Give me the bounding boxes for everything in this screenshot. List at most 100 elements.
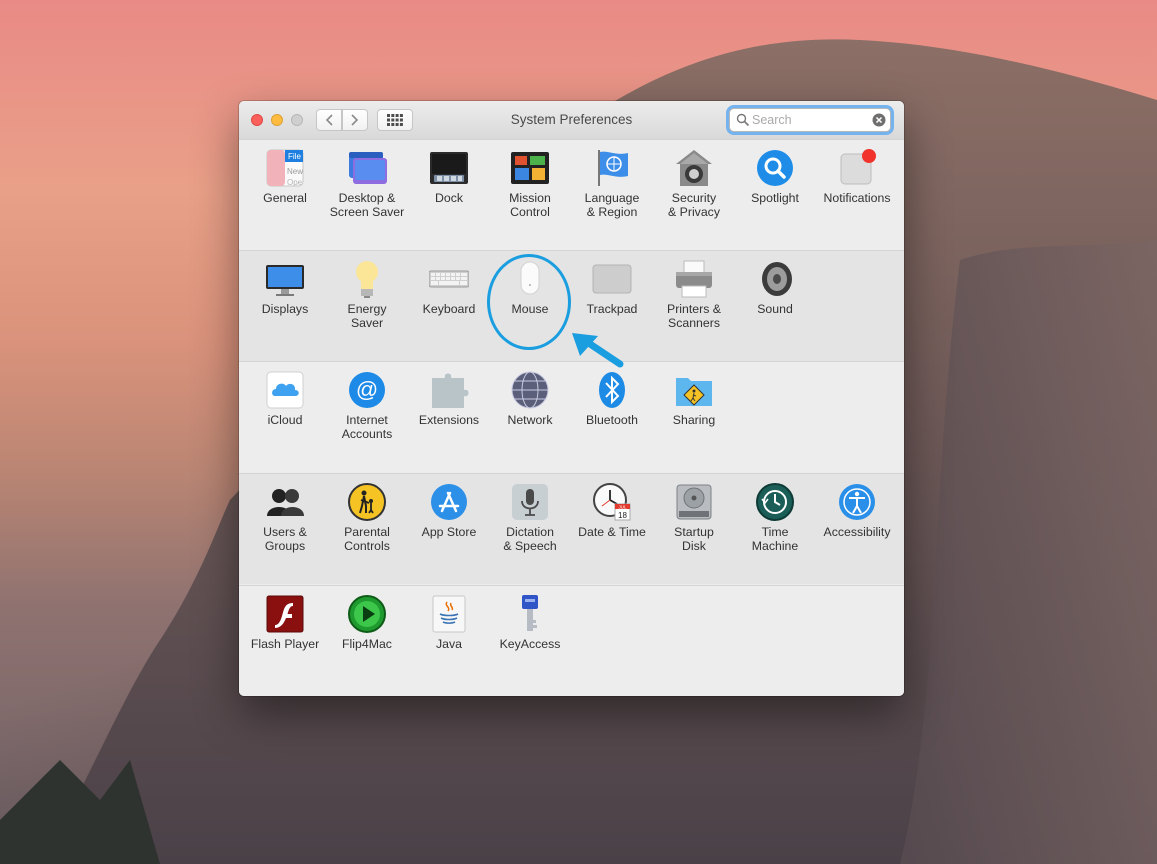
app-store-icon (429, 482, 469, 522)
grid-icon (387, 114, 403, 126)
preference-section-system: Users & Groups Parental Controls App Sto… (239, 473, 904, 584)
minimize-button[interactable] (271, 114, 283, 126)
extensions-icon (429, 370, 469, 410)
internet-accounts-icon: @ (347, 370, 387, 410)
startup-disk-icon (674, 482, 714, 522)
pref-label: Dictation & Speech (503, 525, 557, 553)
pref-spotlight[interactable]: Spotlight (734, 148, 816, 205)
general-icon: File New Ope (265, 148, 305, 188)
highlight-circle (487, 254, 571, 350)
pref-flip4mac[interactable]: Flip4Mac (326, 594, 408, 651)
pref-trackpad[interactable]: Trackpad (571, 259, 653, 316)
dictation-speech-icon (510, 482, 550, 522)
pref-label: Dock (434, 191, 464, 205)
bluetooth-icon (592, 370, 632, 410)
pref-label: Notifications (823, 191, 891, 205)
pref-bluetooth[interactable]: Bluetooth (571, 370, 653, 427)
chevron-right-icon (351, 114, 359, 126)
window-titlebar: System Preferences (239, 101, 904, 140)
pref-network[interactable]: Network (489, 370, 571, 427)
pref-time-machine[interactable]: Time Machine (734, 482, 816, 553)
pref-label: KeyAccess (499, 637, 561, 651)
pref-label: Sharing (672, 413, 716, 427)
users-groups-icon (265, 482, 305, 522)
pref-label: Java (436, 637, 462, 651)
java-icon (429, 594, 469, 634)
pref-label: Accessibility (823, 525, 891, 539)
pref-label: Extensions (418, 413, 480, 427)
notifications-icon (837, 148, 877, 188)
pref-date-time[interactable]: JUL 18 Date & Time (571, 482, 653, 539)
accessibility-icon (837, 482, 877, 522)
network-icon (510, 370, 550, 410)
pref-label: Internet Accounts (341, 413, 393, 441)
pref-label: Spotlight (751, 191, 799, 205)
flip4mac-icon (347, 594, 387, 634)
pref-label: Startup Disk (674, 525, 714, 553)
pref-keyboard[interactable]: Keyboard (408, 259, 490, 316)
pref-notifications[interactable]: Notifications (816, 148, 898, 205)
pref-extensions[interactable]: Extensions (408, 370, 490, 427)
sharing-icon (674, 370, 714, 410)
search-input[interactable] (752, 111, 870, 129)
pref-users-groups[interactable]: Users & Groups (244, 482, 326, 553)
pref-displays[interactable]: Displays (244, 259, 326, 316)
pref-mission-control[interactable]: Mission Control (489, 148, 571, 219)
icloud-icon (265, 370, 305, 410)
pref-label: Users & Groups (263, 525, 307, 553)
mission-control-icon (510, 148, 550, 188)
back-button[interactable] (316, 109, 342, 131)
desktop-screensaver-icon (347, 148, 387, 188)
pref-energy-saver[interactable]: Energy Saver (326, 259, 408, 330)
date-time-icon: JUL 18 (592, 482, 632, 522)
flash-player-icon (265, 594, 305, 634)
pref-label: Sound (757, 302, 793, 316)
pref-app-store[interactable]: App Store (408, 482, 490, 539)
clear-search-icon[interactable] (872, 113, 886, 127)
general-icon-file-text: File (288, 152, 301, 161)
pref-internet-accounts[interactable]: @ Internet Accounts (326, 370, 408, 441)
pref-parental-controls[interactable]: Parental Controls (326, 482, 408, 553)
arrow-pointer-icon (572, 333, 624, 368)
pref-desktop-screen-saver[interactable]: Desktop & Screen Saver (326, 148, 408, 219)
pref-label: Date & Time (578, 525, 646, 539)
pref-label: General (263, 191, 307, 205)
general-icon-new-text: New (287, 167, 303, 176)
preference-section-internet: iCloud @ Internet Accounts Extensions Ne… (239, 361, 904, 472)
svg-text:@: @ (356, 377, 378, 402)
search-field[interactable] (729, 108, 891, 132)
pref-startup-disk[interactable]: Startup Disk (653, 482, 735, 553)
close-button[interactable] (251, 114, 263, 126)
trackpad-icon (592, 259, 632, 299)
forward-button[interactable] (342, 109, 368, 131)
window-title: System Preferences (510, 112, 633, 127)
calendar-month-text: JUL (618, 504, 626, 509)
pref-printers-scanners[interactable]: Printers & Scanners (653, 259, 735, 330)
security-privacy-icon (674, 148, 714, 188)
pref-keyaccess[interactable]: KeyAccess (489, 594, 571, 651)
pref-label: Bluetooth (586, 413, 638, 427)
pref-dictation-speech[interactable]: Dictation & Speech (489, 482, 571, 553)
pref-java[interactable]: Java (408, 594, 490, 651)
pref-language-region[interactable]: Language & Region (571, 148, 653, 219)
pref-label: Security & Privacy (668, 191, 720, 219)
pref-label: Language & Region (584, 191, 640, 219)
calendar-day-text: 18 (618, 511, 627, 520)
pref-security-privacy[interactable]: Security & Privacy (653, 148, 735, 219)
pref-flash-player[interactable]: Flash Player (244, 594, 326, 651)
pref-dock[interactable]: Dock (408, 148, 490, 205)
pref-sharing[interactable]: Sharing (653, 370, 735, 427)
zoom-button[interactable] (291, 114, 303, 126)
pref-accessibility[interactable]: Accessibility (816, 482, 898, 539)
pref-sound[interactable]: Sound (734, 259, 816, 316)
pref-label: Desktop & Screen Saver (329, 191, 405, 219)
pref-label: Time Machine (751, 525, 799, 553)
search-icon (736, 113, 750, 127)
pref-general[interactable]: File New Ope General (244, 148, 326, 205)
time-machine-icon (755, 482, 795, 522)
pref-icloud[interactable]: iCloud (244, 370, 326, 427)
pref-label: Keyboard (422, 302, 476, 316)
pref-label: Printers & Scanners (667, 302, 721, 330)
pref-label: Flip4Mac (342, 637, 392, 651)
show-all-button[interactable] (377, 109, 413, 131)
